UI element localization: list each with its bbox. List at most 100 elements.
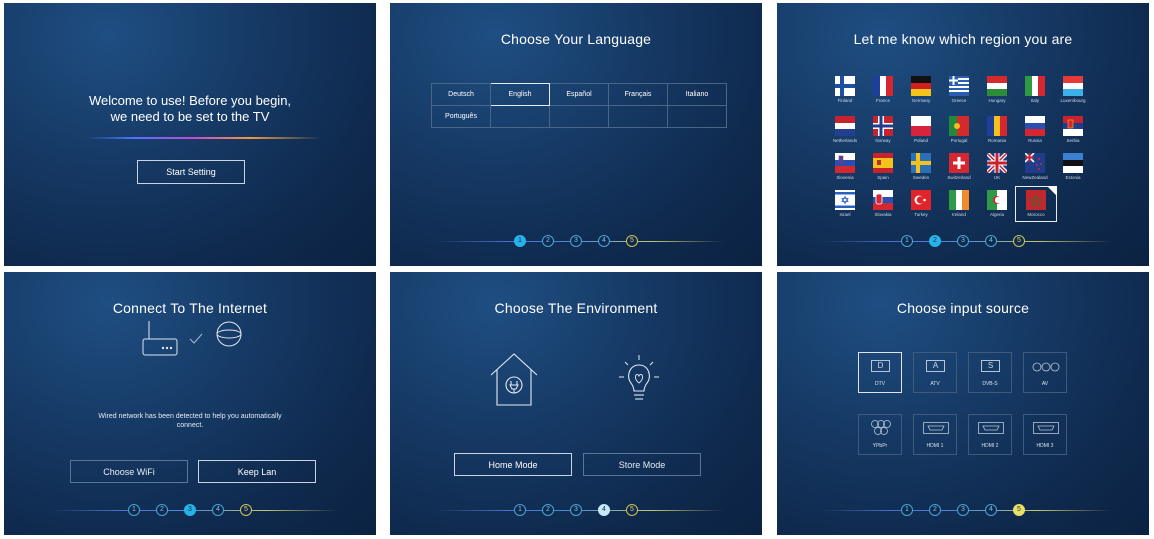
morocco-flag-icon xyxy=(1026,190,1046,210)
region-label: Germany xyxy=(911,98,931,103)
step-1: 1 xyxy=(901,235,913,247)
region-russia[interactable]: Russia xyxy=(1022,116,1048,148)
language-option-deutsch[interactable]: Deutsch xyxy=(431,83,491,106)
welcome-line-2: we need to be set to the TV xyxy=(110,109,270,124)
region-newzealand[interactable]: NewZealand xyxy=(1022,153,1048,185)
region-label: Sweden xyxy=(912,175,930,180)
norway-flag-icon xyxy=(873,116,893,136)
keep-lan-button[interactable]: Keep Lan xyxy=(198,460,316,483)
step-4: 4 xyxy=(212,504,224,516)
region-screen: Let me know which region you are Finland… xyxy=(777,3,1149,266)
source-ypbpr[interactable]: YPbPr xyxy=(858,414,902,455)
source-atv[interactable]: A ATV xyxy=(913,352,957,393)
check-icon xyxy=(189,333,203,344)
router-icon xyxy=(142,321,178,356)
source-hdmi-1[interactable]: HDMI 1 xyxy=(913,414,957,455)
region-france[interactable]: France xyxy=(870,76,896,108)
component-circles-icon xyxy=(871,420,891,435)
page-title: Let me know which region you are xyxy=(853,31,1073,47)
source-dtv[interactable]: D DTV xyxy=(858,352,902,393)
globe-icon xyxy=(216,321,242,347)
region-germany[interactable]: Germany xyxy=(908,76,934,108)
uk-flag-icon xyxy=(987,153,1007,173)
source-av[interactable]: AV xyxy=(1023,352,1067,393)
region-italy[interactable]: Italy xyxy=(1022,76,1048,108)
step-3: 3 xyxy=(957,235,969,247)
region-slovenia[interactable]: Slovenia xyxy=(832,153,858,185)
language-screen: Choose Your Language Deutsch English Esp… xyxy=(390,3,762,266)
hdmi-icon xyxy=(1033,422,1059,434)
region-romania[interactable]: Romania xyxy=(984,116,1010,148)
region-uk[interactable]: UK xyxy=(984,153,1010,185)
algeria-flag-icon xyxy=(987,190,1007,210)
home-plug-icon xyxy=(490,353,538,406)
source-dvb-s[interactable]: S DVB-S xyxy=(968,352,1012,393)
language-empty-cell xyxy=(549,105,609,128)
step-4: 4 xyxy=(985,235,997,247)
region-morocco[interactable]: Morocco xyxy=(1015,186,1057,222)
region-poland[interactable]: Poland xyxy=(908,116,934,148)
region-slovakia[interactable]: Slovakia xyxy=(870,190,896,222)
region-luxembourg[interactable]: Luxembourg xyxy=(1060,76,1086,108)
region-sweden[interactable]: Sweden xyxy=(908,153,934,185)
source-label: DTV xyxy=(875,381,885,387)
source-label: HDMI 2 xyxy=(981,443,999,449)
source-hdmi-3[interactable]: HDMI 3 xyxy=(1023,414,1067,455)
home-mode-button[interactable]: Home Mode xyxy=(454,453,572,476)
sweden-flag-icon xyxy=(911,153,931,173)
store-mode-button[interactable]: Store Mode xyxy=(583,453,701,476)
romania-flag-icon xyxy=(987,116,1007,136)
language-option-italiano[interactable]: Italiano xyxy=(667,83,727,106)
language-option-espanol[interactable]: Español xyxy=(549,83,609,106)
turkey-flag-icon xyxy=(911,190,931,210)
selected-corner-icon xyxy=(1047,186,1057,196)
language-grid: Deutsch English Español Français Italian… xyxy=(431,83,727,128)
box-letter-icon: D xyxy=(871,360,890,372)
region-label: Spain xyxy=(877,175,889,180)
region-ireland[interactable]: Ireland xyxy=(946,190,972,222)
step-3: 3 xyxy=(184,504,196,516)
divider-line xyxy=(86,137,322,139)
spain-flag-icon xyxy=(873,153,893,173)
welcome-screen: Welcome to use! Before you begin, we nee… xyxy=(4,3,376,266)
step-2: 2 xyxy=(542,235,554,247)
welcome-message: Welcome to use! Before you begin, we nee… xyxy=(4,93,376,125)
region-label: NewZealand xyxy=(1022,175,1048,180)
region-turkey[interactable]: Turkey xyxy=(908,190,934,222)
region-finland[interactable]: Finland xyxy=(832,76,858,108)
region-norway[interactable]: Norway xyxy=(870,116,896,148)
step-1: 1 xyxy=(901,504,913,516)
language-option-portugues[interactable]: Português xyxy=(431,105,491,128)
region-label: Morocco xyxy=(1027,212,1045,217)
region-hungary[interactable]: Hungary xyxy=(984,76,1010,108)
region-spain[interactable]: Spain xyxy=(870,153,896,185)
region-serbia[interactable]: Serbia xyxy=(1060,116,1086,148)
page-title: Choose The Environment xyxy=(494,300,658,316)
choose-wifi-button[interactable]: Choose WiFi xyxy=(70,460,188,483)
hdmi-icon xyxy=(978,422,1004,434)
start-setting-button[interactable]: Start Setting xyxy=(137,160,245,184)
language-option-francais[interactable]: Français xyxy=(608,83,668,106)
region-israel[interactable]: Israel xyxy=(832,190,858,222)
source-label: ATV xyxy=(930,381,940,387)
step-progress: 1 2 3 4 5 xyxy=(821,504,1111,518)
region-label: Norway xyxy=(875,138,891,143)
region-netherlands[interactable]: Netherlands xyxy=(832,116,858,148)
region-label: Luxembourg xyxy=(1060,98,1086,103)
region-label: Serbia xyxy=(1066,138,1080,143)
region-portugal[interactable]: Portugal xyxy=(946,116,972,148)
source-hdmi-2[interactable]: HDMI 2 xyxy=(968,414,1012,455)
language-option-english[interactable]: English xyxy=(490,83,550,106)
region-algeria[interactable]: Algeria xyxy=(984,190,1010,222)
step-2: 2 xyxy=(929,504,941,516)
region-estonia[interactable]: Estonia xyxy=(1060,153,1086,185)
internet-screen: Connect To The Internet Wired network ha… xyxy=(4,272,376,535)
france-flag-icon xyxy=(873,76,893,96)
box-letter-icon: A xyxy=(926,360,945,372)
region-greece[interactable]: Greece xyxy=(946,76,972,108)
serbia-flag-icon xyxy=(1063,116,1083,136)
region-switzerland[interactable]: Switzerland xyxy=(946,153,972,185)
welcome-line-1: Welcome to use! Before you begin, xyxy=(88,93,292,108)
step-4: 4 xyxy=(598,504,610,516)
step-4: 4 xyxy=(985,504,997,516)
